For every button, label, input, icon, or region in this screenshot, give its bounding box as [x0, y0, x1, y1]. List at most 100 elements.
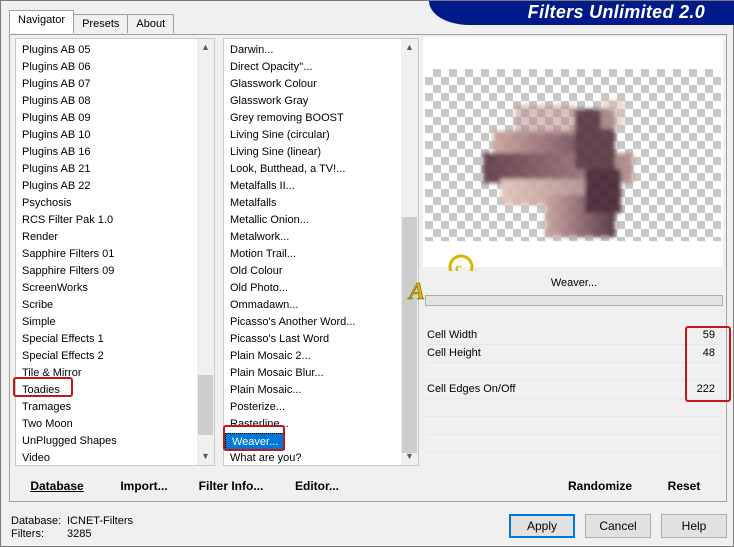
filter-item-label: Picasso's Another Word... [230, 316, 356, 328]
filter-item-label: Metalwork... [230, 231, 290, 243]
filter-list-item[interactable]: What are you? [224, 450, 401, 465]
filter-items: Darwin... Direct Opacity''... Glasswork Co… [224, 42, 401, 465]
filter-item-label: Old Photo... [230, 282, 289, 294]
category-item-label: Render [22, 231, 59, 243]
preview-image [425, 69, 721, 241]
status-database: Database: ICNET-Filters [11, 515, 133, 527]
filter-list-item[interactable]: Metallic Onion... [224, 212, 401, 229]
tab-about[interactable]: About [127, 14, 175, 33]
filter-list-item[interactable]: Old Photo... [224, 280, 401, 297]
help-button[interactable]: Help [661, 514, 727, 538]
category-list-item[interactable]: Plugins AB 06 [16, 59, 197, 76]
params-highlight-box [685, 326, 731, 402]
filter-list-item[interactable]: Picasso's Last Word [224, 331, 401, 348]
filter-info-button[interactable]: Filter Info... [191, 475, 271, 498]
param-row-empty [425, 399, 721, 417]
category-scrollbar[interactable]: ▲ ▼ [197, 39, 214, 465]
category-list-item[interactable]: Render [16, 229, 197, 246]
param-row-cell-width[interactable]: Cell Width 59 [425, 327, 721, 345]
category-list[interactable]: Plugins AB 05 Plugins AB 06 Plugins AB 07 P… [15, 38, 215, 466]
category-item-label: Sapphire Filters 09 [22, 265, 115, 277]
category-scroll-thumb[interactable] [198, 375, 213, 435]
filter-item-label: Metalfalls [230, 197, 277, 209]
filter-list-item[interactable]: Living Sine (linear) [224, 144, 401, 161]
category-item-label: Scribe [22, 299, 54, 311]
filter-list-item[interactable]: Glasswork Gray [224, 93, 401, 110]
category-list-item[interactable]: Scribe [16, 297, 197, 314]
cancel-button[interactable]: Cancel [585, 514, 651, 538]
filter-list-item[interactable]: Motion Trail... [224, 246, 401, 263]
category-list-item[interactable]: Sapphire Filters 09 [16, 263, 197, 280]
filter-list-item[interactable]: Look, Butthead, a TV!... [224, 161, 401, 178]
category-list-item[interactable]: Video [16, 450, 197, 465]
randomize-button[interactable]: Randomize [555, 475, 645, 498]
filter-list-item[interactable]: Darwin... [224, 42, 401, 59]
category-item-label: ScreenWorks [22, 282, 88, 294]
filter-item-label: Picasso's Last Word [230, 333, 330, 345]
category-list-item[interactable]: Plugins AB 09 [16, 110, 197, 127]
filter-list-item[interactable]: Plain Mosaic Blur... [224, 365, 401, 382]
param-row-cell-height[interactable]: Cell Height 48 [425, 345, 721, 363]
filter-list-item[interactable]: Living Sine (circular) [224, 127, 401, 144]
category-list-item[interactable]: UnPlugged Shapes [16, 433, 197, 450]
category-item-label: Tramages [22, 401, 72, 413]
category-list-item[interactable]: Plugins AB 08 [16, 93, 197, 110]
filter-list-item[interactable]: Metalwork... [224, 229, 401, 246]
editor-button[interactable]: Editor... [285, 475, 349, 498]
reset-button[interactable]: Reset [651, 475, 717, 498]
status-filters-value: 3285 [67, 528, 92, 540]
import-button[interactable]: Import... [111, 475, 177, 498]
tab-navigator[interactable]: Navigator [9, 10, 75, 33]
category-item-label: Plugins AB 09 [22, 112, 91, 124]
category-item-label: Plugins AB 10 [22, 129, 91, 141]
database-button[interactable]: Database [15, 475, 99, 498]
filter-item-label: Ommadawn... [230, 299, 299, 311]
filter-list-item[interactable]: Metalfalls [224, 195, 401, 212]
category-list-item[interactable]: Psychosis [16, 195, 197, 212]
status-filters: Filters: 3285 [11, 528, 91, 540]
filter-list-item[interactable]: Metalfalls II... [224, 178, 401, 195]
category-list-item[interactable]: Plugins AB 22 [16, 178, 197, 195]
filter-item-label: Old Colour [230, 265, 283, 277]
param-row-cell-edges[interactable]: Cell Edges On/Off 222 [425, 381, 721, 399]
filter-list[interactable]: Darwin... Direct Opacity''... Glasswork Co… [223, 38, 419, 466]
category-list-item[interactable]: Special Effects 2 [16, 348, 197, 365]
chevron-down-icon[interactable]: ▼ [197, 448, 214, 465]
category-list-item[interactable]: RCS Filter Pak 1.0 [16, 212, 197, 229]
filter-list-item[interactable]: Old Colour [224, 263, 401, 280]
filter-list-item[interactable]: Glasswork Colour [224, 76, 401, 93]
filter-list-item[interactable]: Posterize... [224, 399, 401, 416]
category-list-item[interactable]: Plugins AB 05 [16, 42, 197, 59]
apply-button[interactable]: Apply [509, 514, 575, 538]
category-item-label: Plugins AB 05 [22, 44, 91, 56]
category-list-item[interactable]: Plugins AB 10 [16, 127, 197, 144]
category-list-item[interactable]: Two Moon [16, 416, 197, 433]
category-list-item[interactable]: Tramages [16, 399, 197, 416]
parameter-slider[interactable] [425, 295, 723, 306]
tab-bar: Navigator Presets About [9, 10, 175, 34]
category-list-item[interactable]: Sapphire Filters 01 [16, 246, 197, 263]
category-list-item[interactable]: Plugins AB 21 [16, 161, 197, 178]
app-title: Filters Unlimited 2.0 [527, 2, 705, 22]
filter-list-item[interactable]: Grey removing BOOST [224, 110, 401, 127]
chevron-down-icon[interactable]: ▼ [401, 448, 418, 465]
filter-list-item[interactable]: Picasso's Another Word... [224, 314, 401, 331]
tab-presets[interactable]: Presets [73, 14, 129, 33]
category-list-item[interactable]: Simple [16, 314, 197, 331]
param-label: Cell Edges On/Off [427, 383, 516, 395]
filter-item-label: Grey removing BOOST [230, 112, 344, 124]
chevron-up-icon[interactable]: ▲ [197, 39, 214, 56]
filter-list-item[interactable]: Direct Opacity''... [224, 59, 401, 76]
filter-item-label: Living Sine (linear) [230, 146, 322, 158]
category-list-item[interactable]: Plugins AB 07 [16, 76, 197, 93]
category-list-item[interactable]: Special Effects 1 [16, 331, 197, 348]
category-list-item[interactable]: ScreenWorks [16, 280, 197, 297]
title-banner: Filters Unlimited 2.0 [429, 1, 734, 25]
category-item-label: UnPlugged Shapes [22, 435, 117, 447]
category-list-item[interactable]: Plugins AB 16 [16, 144, 197, 161]
chevron-up-icon[interactable]: ▲ [401, 39, 418, 56]
filter-list-item[interactable]: Plain Mosaic 2... [224, 348, 401, 365]
filter-list-item[interactable]: Ommadawn... [224, 297, 401, 314]
category-item-label: Special Effects 1 [22, 333, 104, 345]
filter-list-item[interactable]: Plain Mosaic... [224, 382, 401, 399]
